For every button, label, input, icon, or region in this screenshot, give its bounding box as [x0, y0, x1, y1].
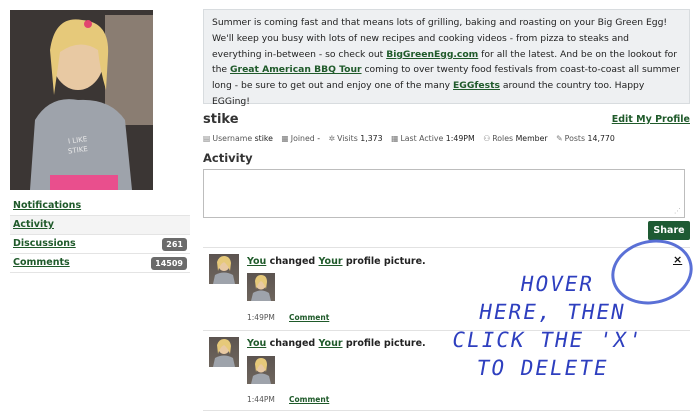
- owner-link[interactable]: Your: [319, 338, 343, 349]
- profile-photo-image: I LIKE STIKE: [10, 10, 153, 190]
- sidebar-item-notifications[interactable]: Notifications: [10, 197, 190, 216]
- sidebar-item-label[interactable]: Notifications: [13, 200, 81, 211]
- meta-roles: ⚇ Roles Member: [483, 134, 548, 143]
- activity-avatar[interactable]: [209, 337, 239, 367]
- annotation-note: HOVER HERE, THEN CLICK THE 'X' TO DELETE: [400, 270, 700, 382]
- meta-username: ▤ Username stike: [203, 134, 273, 143]
- owner-link[interactable]: Your: [319, 256, 343, 267]
- calendar-icon: ▦: [281, 134, 289, 143]
- meta-visits: ✲ Visits 1,373: [328, 134, 383, 143]
- resize-grip-icon[interactable]: ⋰: [674, 208, 681, 215]
- pencil-icon: ✎: [556, 134, 563, 143]
- annotation-line: HOVER: [518, 272, 597, 296]
- avatar-image: [213, 256, 235, 284]
- activity-text: You changed Your profile picture.: [247, 338, 426, 349]
- comment-link[interactable]: Comment: [289, 395, 329, 404]
- comment-link[interactable]: Comment: [289, 313, 329, 322]
- activity-heading: Activity: [203, 151, 253, 165]
- sidebar-item-label[interactable]: Comments: [13, 257, 70, 268]
- edit-profile-link[interactable]: Edit My Profile: [612, 114, 690, 125]
- profile-photo: I LIKE STIKE: [10, 10, 153, 190]
- calendar-icon: ▦: [391, 134, 399, 143]
- annotation-line: TO DELETE: [474, 356, 611, 380]
- avatar-image: [213, 339, 235, 367]
- gear-icon: ✲: [328, 134, 336, 143]
- feed-divider: [203, 247, 690, 248]
- sidebar-item-comments[interactable]: Comments 14509: [10, 254, 190, 273]
- annotation-line: HERE, THEN: [477, 300, 628, 324]
- activity-photo-thumbnail[interactable]: [247, 356, 275, 384]
- annotation-line: CLICK THE 'X': [450, 328, 645, 352]
- thumbnail-image: [251, 275, 271, 301]
- actor-link[interactable]: You: [247, 256, 266, 267]
- activity-textarea[interactable]: ⋰: [203, 169, 685, 218]
- comments-count-badge: 14509: [151, 257, 187, 270]
- activity-timestamp: 1:49PM: [247, 313, 275, 322]
- thumbnail-image: [251, 358, 271, 384]
- activity-timestamp: 1:44PM: [247, 395, 275, 404]
- eggfests-link[interactable]: EGGfests: [453, 80, 500, 91]
- biggreenegg-link[interactable]: BigGreenEgg.com: [386, 49, 478, 60]
- feed-divider: [203, 410, 690, 411]
- share-button[interactable]: Share: [648, 221, 690, 240]
- activity-photo-thumbnail[interactable]: [247, 273, 275, 301]
- activity-text: You changed Your profile picture.: [247, 256, 426, 267]
- sidebar-item-discussions[interactable]: Discussions 261: [10, 235, 190, 254]
- profile-sidebar-nav: Notifications Activity Discussions 261 C…: [10, 197, 190, 273]
- meta-last-active: ▦ Last Active 1:49PM: [391, 134, 475, 143]
- id-card-icon: ▤: [203, 134, 211, 143]
- sidebar-item-label[interactable]: Activity: [13, 219, 54, 230]
- profile-meta-row: ▤ Username stike ▦ Joined - ✲ Visits 1,373 …: [203, 134, 621, 143]
- meta-joined: ▦ Joined -: [281, 134, 321, 143]
- sidebar-item-label[interactable]: Discussions: [13, 238, 76, 249]
- announcement-box: Summer is coming fast and that means lot…: [203, 9, 690, 107]
- discussions-count-badge: 261: [162, 238, 187, 251]
- profile-name: stike: [203, 112, 239, 127]
- activity-avatar[interactable]: [209, 254, 239, 284]
- sidebar-item-activity[interactable]: Activity: [10, 216, 190, 235]
- users-icon: ⚇: [483, 134, 491, 143]
- actor-link[interactable]: You: [247, 338, 266, 349]
- meta-posts: ✎ Posts 14,770: [556, 134, 615, 143]
- bbq-tour-link[interactable]: Great American BBQ Tour: [230, 64, 362, 75]
